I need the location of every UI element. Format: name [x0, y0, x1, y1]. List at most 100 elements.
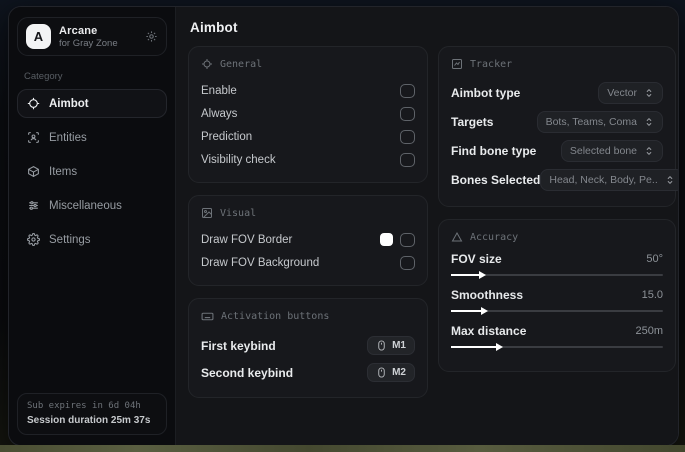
chevron-up-down-icon: [644, 117, 654, 127]
cheat-menu-window: A Arcane for Gray Zone Category Aimbot E…: [8, 6, 679, 446]
select-value: Bots, Teams, Coma: [545, 115, 637, 128]
setting-row-max-distance: Max distance 250m: [451, 324, 663, 353]
setting-label: Draw FOV Border: [201, 233, 293, 246]
category-label: Category: [24, 71, 63, 82]
setting-label: Targets: [451, 114, 494, 129]
smoothness-slider[interactable]: [451, 305, 663, 317]
setting-row-draw-fov-border: Draw FOV Border: [201, 228, 415, 251]
sliders-icon: [27, 199, 40, 212]
setting-row-first-keybind: First keybind M1: [201, 332, 415, 359]
crosshair-icon: [201, 58, 213, 70]
sidebar-item-label: Items: [49, 165, 78, 178]
max-distance-slider[interactable]: [451, 341, 663, 353]
chevron-up-down-icon: [665, 175, 675, 185]
draw-fov-background-checkbox[interactable]: [400, 255, 415, 270]
main-panel: Aimbot General Enable Always Prediction …: [176, 7, 678, 445]
card-title: Visual: [220, 207, 257, 219]
setting-row-enable: Enable: [201, 79, 415, 102]
entities-icon: [27, 131, 40, 144]
setting-row-visibility-check: Visibility check: [201, 148, 415, 171]
sidebar-item-miscellaneous[interactable]: Miscellaneous: [17, 191, 167, 220]
always-checkbox[interactable]: [400, 106, 415, 121]
triangle-icon: [451, 231, 463, 243]
sidebar-item-label: Miscellaneous: [49, 199, 122, 212]
sidebar-item-items[interactable]: Items: [17, 157, 167, 186]
card-title: General: [220, 58, 263, 70]
aimbot-type-select[interactable]: Vector: [598, 81, 663, 104]
prediction-checkbox[interactable]: [400, 129, 415, 144]
select-value: Head, Neck, Body, Pe..: [549, 173, 658, 186]
crosshair-icon: [27, 97, 40, 110]
setting-label: Max distance: [451, 324, 527, 338]
slider-handle[interactable]: [451, 271, 485, 279]
gear-icon[interactable]: [145, 30, 158, 43]
keybind-value: M1: [392, 340, 406, 351]
tracker-card: Tracker Aimbot type Vector Targets Bots,…: [438, 46, 678, 207]
draw-fov-border-checkbox[interactable]: [400, 232, 415, 247]
session-duration-text: Session duration 25m 37s: [27, 415, 151, 426]
setting-label: Smoothness: [451, 288, 524, 302]
setting-row-draw-fov-background: Draw FOV Background: [201, 251, 415, 274]
slider-value: 50°: [646, 253, 663, 265]
app-subtitle: for Gray Zone: [59, 37, 118, 49]
gear-icon: [27, 233, 40, 246]
setting-row-always: Always: [201, 102, 415, 125]
setting-label: Second keybind: [201, 365, 294, 380]
setting-label: Bones Selected: [451, 172, 541, 187]
activity-icon: [451, 58, 463, 70]
setting-label: Prediction: [201, 130, 253, 143]
activation-buttons-card: Activation buttons First keybind M1 Seco…: [188, 298, 428, 398]
slider-handle[interactable]: [451, 307, 488, 315]
image-icon: [201, 207, 213, 219]
setting-label: Aimbot type: [451, 85, 521, 100]
mouse-icon: [376, 367, 387, 378]
select-value: Vector: [607, 86, 637, 99]
main-header: Aimbot: [176, 7, 678, 44]
keybind-value: M2: [392, 367, 406, 378]
sidebar-item-entities[interactable]: Entities: [17, 123, 167, 152]
app-logo: A: [26, 24, 51, 49]
brand-card: A Arcane for Gray Zone: [17, 17, 167, 56]
bones-selected-select[interactable]: Head, Neck, Body, Pe..: [540, 168, 678, 191]
setting-label: Always: [201, 107, 238, 120]
sidebar-item-label: Aimbot: [49, 97, 89, 110]
box-icon: [27, 165, 40, 178]
subscription-card: Sub expires in 6d 04h Session duration 2…: [17, 393, 167, 435]
sidebar: A Arcane for Gray Zone Category Aimbot E…: [9, 7, 176, 445]
find-bone-type-select[interactable]: Selected bone: [560, 139, 663, 162]
setting-row-second-keybind: Second keybind M2: [201, 359, 415, 386]
sidebar-item-aimbot[interactable]: Aimbot: [17, 89, 167, 118]
card-title: Activation buttons: [221, 311, 330, 322]
enable-checkbox[interactable]: [400, 83, 415, 98]
setting-label: First keybind: [201, 338, 276, 353]
general-card: General Enable Always Prediction Visibil…: [188, 46, 428, 183]
setting-row-find-bone-type: Find bone type Selected bone: [451, 137, 663, 164]
setting-row-smoothness: Smoothness 15.0: [451, 288, 663, 317]
first-keybind-button[interactable]: M1: [367, 336, 415, 355]
second-keybind-button[interactable]: M2: [367, 363, 415, 382]
page-title: Aimbot: [190, 20, 238, 35]
card-title: Tracker: [470, 58, 513, 70]
fov-size-slider[interactable]: [451, 269, 663, 281]
setting-label: FOV size: [451, 252, 502, 266]
fov-border-color-swatch[interactable]: [380, 233, 393, 246]
slider-value: 15.0: [641, 289, 663, 301]
chevron-up-down-icon: [644, 88, 654, 98]
setting-label: Enable: [201, 84, 237, 97]
setting-row-targets: Targets Bots, Teams, Coma: [451, 108, 663, 135]
app-name: Arcane: [59, 24, 98, 37]
slider-handle[interactable]: [451, 343, 502, 351]
sidebar-item-settings[interactable]: Settings: [17, 225, 167, 254]
targets-select[interactable]: Bots, Teams, Coma: [536, 110, 663, 133]
setting-row-prediction: Prediction: [201, 125, 415, 148]
sidebar-item-label: Entities: [49, 131, 87, 144]
visibility-check-checkbox[interactable]: [400, 152, 415, 167]
setting-label: Visibility check: [201, 153, 276, 166]
sidebar-item-label: Settings: [49, 233, 91, 246]
mouse-icon: [376, 340, 387, 351]
select-value: Selected bone: [569, 144, 637, 157]
visual-card: Visual Draw FOV Border Draw FOV Backgrou…: [188, 195, 428, 286]
chevron-up-down-icon: [644, 146, 654, 156]
setting-row-fov-size: FOV size 50°: [451, 252, 663, 281]
sidebar-nav: Aimbot Entities Items Miscellaneous Sett…: [17, 89, 167, 254]
